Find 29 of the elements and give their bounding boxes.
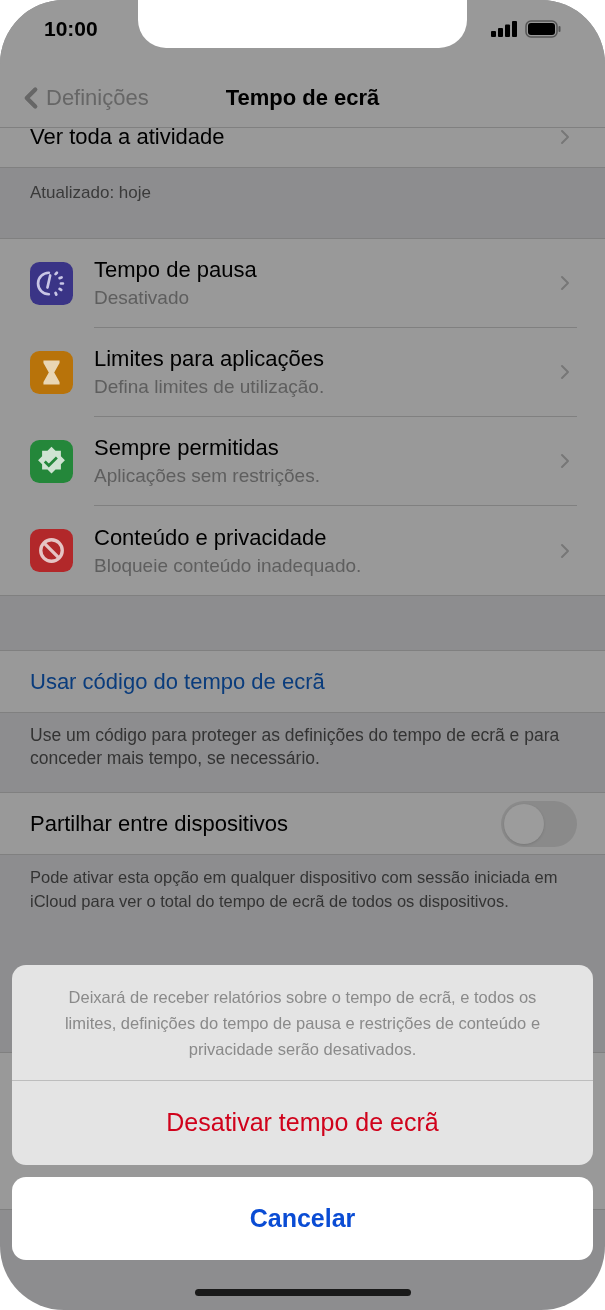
status-time: 10:00 bbox=[44, 16, 98, 43]
checkmark-badge-icon bbox=[30, 440, 73, 483]
nav-title: Tempo de ecrã bbox=[225, 84, 380, 112]
item-subtitle: Aplicações sem restrições. bbox=[94, 464, 321, 488]
share-toggle[interactable] bbox=[501, 800, 577, 847]
item-title: Conteúdo e privacidade bbox=[94, 523, 328, 552]
settings-item[interactable]: Tempo de pausa Desativado bbox=[0, 239, 605, 328]
battery-icon bbox=[525, 20, 561, 38]
item-subtitle: Bloqueie conteúdo inadequado. bbox=[94, 553, 363, 578]
item-title: Sempre permitidas bbox=[94, 434, 280, 462]
passcode-footer: Use um código para proteger as definições do tempo de ecrã e para conceder mais tempo, se necessário. bbox=[0, 713, 605, 792]
activity-row[interactable]: Ver toda a atividade bbox=[0, 128, 605, 168]
item-subtitle: Desativado bbox=[94, 286, 191, 310]
disable-button[interactable]: Desativar tempo de ecrã bbox=[12, 1081, 593, 1165]
signal-icon bbox=[491, 21, 519, 37]
prohibited-icon bbox=[30, 529, 73, 572]
updated-label: Atualizado: hoje bbox=[30, 183, 151, 202]
share-label: Partilhar entre dispositivos bbox=[30, 810, 288, 838]
sheet-message: Deixará de receber relatórios sobre o tempo de ecrã, e todos os limites, definições do tempo de pausa e restrições de conteúdo e privacidade serão desativados. bbox=[63, 986, 542, 1060]
hourglass-icon bbox=[30, 351, 73, 394]
item-subtitle: Defina limites de utilização. bbox=[94, 375, 326, 399]
settings-item[interactable]: Sempre permitidas Aplicações sem restrições. bbox=[0, 417, 605, 506]
share-footer: Pode ativar esta opção em qualquer dispositivo com sessão iniciada em iCloud para ver o total do tempo de ecrã de todos os dispositivos. bbox=[0, 855, 605, 913]
cancel-button[interactable]: Cancelar bbox=[12, 1177, 593, 1260]
settings-item[interactable]: Limites para aplicações Defina limites de utilização. bbox=[0, 328, 605, 417]
item-title: Tempo de pausa bbox=[94, 256, 258, 284]
item-title: Limites para aplicações bbox=[94, 345, 325, 373]
settings-item[interactable]: Conteúdo e privacidade Bloqueie conteúdo inadequado. bbox=[0, 506, 605, 595]
moon-clock-icon bbox=[30, 262, 73, 305]
